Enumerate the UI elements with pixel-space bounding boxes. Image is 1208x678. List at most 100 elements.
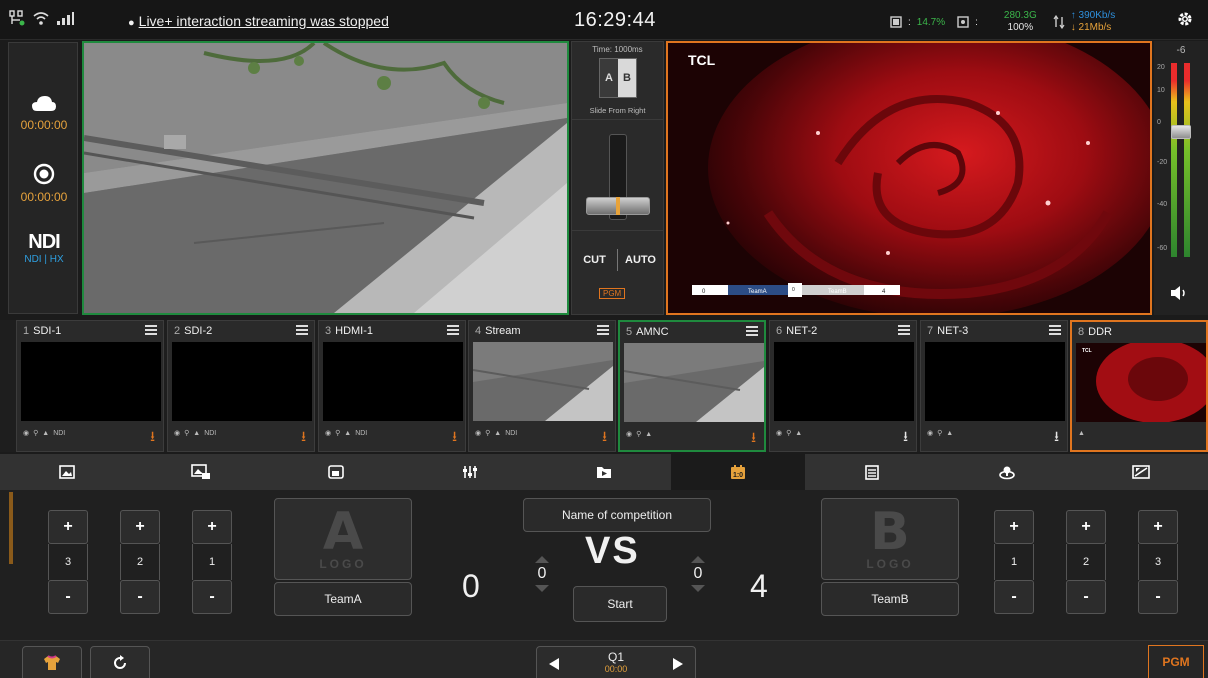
streaming-notice-text: Live+ interaction streaming was stopped — [138, 13, 389, 29]
menu-icon[interactable] — [145, 325, 157, 335]
top-bar: ● Live+ interaction streaming was stopped… — [0, 0, 1208, 40]
jersey-button[interactable] — [22, 646, 82, 678]
auto-button[interactable]: AUTO — [618, 254, 663, 266]
stream-icon: ⚲ — [636, 431, 642, 438]
tab-notes[interactable] — [805, 454, 939, 490]
stream-icon: ⚲ — [485, 430, 491, 437]
sub-score-down-arrow[interactable] — [535, 585, 549, 592]
network-rates: ↑ 390Kb/s ↓ 21Mb/s — [1071, 10, 1115, 34]
decrement-button[interactable]: - — [1138, 580, 1178, 614]
tab-overlay[interactable] — [134, 454, 268, 490]
decrement-button[interactable]: - — [192, 580, 232, 614]
record-dot-icon: ◉ — [23, 430, 30, 437]
program-monitor[interactable]: TCL 0 TeamA 0 TeamB 4 — [666, 41, 1152, 315]
preview-monitor[interactable] — [82, 41, 569, 315]
cast-icon[interactable]: ⭳ — [903, 426, 908, 450]
transition-effect-button[interactable]: A B — [599, 58, 637, 98]
reset-button[interactable] — [90, 646, 150, 678]
next-quarter-button[interactable] — [673, 658, 683, 670]
competition-name-field[interactable]: Name of competition — [523, 498, 711, 532]
decrement-button[interactable]: - — [1066, 580, 1106, 614]
increment-button[interactable]: + — [120, 510, 160, 544]
menu-icon[interactable] — [746, 326, 758, 336]
stepper-value: 1 — [994, 544, 1034, 580]
menu-icon[interactable] — [1049, 325, 1061, 335]
sub-score-up-arrow[interactable] — [535, 556, 549, 563]
menu-icon[interactable] — [898, 325, 910, 335]
cast-icon[interactable]: ⭳ — [150, 426, 155, 450]
decrement-button[interactable]: - — [994, 580, 1034, 614]
tab-color-key[interactable] — [1074, 454, 1208, 490]
person-icon: ▲ — [645, 430, 653, 438]
menu-icon[interactable] — [597, 325, 609, 335]
cut-auto-controls: CUT AUTO — [572, 240, 663, 280]
transition-time[interactable]: Time: 1000ms — [572, 45, 663, 54]
stream-icon: ⚲ — [33, 430, 39, 437]
source-4[interactable]: 4 Stream ◉ ⚲ ▲ NDI ⭳ — [468, 320, 616, 452]
source-number: 1 — [23, 325, 30, 337]
team-a-stepper-1: + 1 - — [192, 510, 232, 618]
source-name: SDI-2 — [184, 325, 213, 337]
menu-icon[interactable] — [447, 325, 459, 335]
transition-name: Slide From Right — [589, 106, 646, 115]
storage-size: 280.3G — [1003, 10, 1037, 21]
cast-icon[interactable]: ⭳ — [1054, 426, 1059, 450]
image-icon — [59, 465, 75, 479]
person-icon: ▲ — [42, 429, 50, 437]
source-2[interactable]: 2 SDI-2 ◉ ⚲ ▲ NDI ⭳ — [167, 320, 315, 452]
menu-icon[interactable] — [296, 325, 308, 335]
team-a-logo[interactable]: A LOGO — [274, 498, 412, 580]
storage-info: 280.3G 100% — [1004, 10, 1037, 34]
cast-icon[interactable]: ⭳ — [602, 426, 607, 450]
team-a-name-field[interactable]: TeamA — [274, 582, 412, 616]
settings-button[interactable] — [1176, 10, 1194, 33]
cpu-value: 14.7% — [916, 16, 946, 28]
person-icon: ▲ — [1078, 430, 1085, 437]
tab-audio[interactable] — [403, 454, 537, 490]
source-3[interactable]: 3 HDMI-1 ◉ ⚲ ▲ NDI ⭳ — [318, 320, 466, 452]
source-5[interactable]: 5 AMNC ◉ ⚲ ▲ ⭳ — [618, 320, 766, 452]
cpu-icon — [890, 16, 902, 28]
cut-button[interactable]: CUT — [572, 254, 617, 266]
speaker-button[interactable] — [1170, 285, 1190, 306]
start-button[interactable]: Start — [573, 586, 667, 622]
tab-pip[interactable] — [268, 454, 402, 490]
ndi-status[interactable]: NDI NDI | HX — [9, 231, 79, 265]
streaming-notice[interactable]: ● Live+ interaction streaming was stopped — [128, 13, 389, 29]
decrement-button[interactable]: - — [48, 580, 88, 614]
preview-video-frame — [84, 43, 567, 313]
t-bar-handle[interactable] — [586, 197, 650, 215]
team-b-logo[interactable]: B LOGO — [821, 498, 959, 580]
team-a-logo-letter: A — [322, 502, 364, 562]
sub-score-down-arrow[interactable] — [691, 585, 705, 592]
cast-icon[interactable]: ⭳ — [301, 426, 306, 450]
tab-scoreboard[interactable]: 1:0 — [671, 454, 806, 490]
increment-button[interactable]: + — [192, 510, 232, 544]
source-6[interactable]: 6 NET-2 ◉ ⚲ ▲ ⭳ — [769, 320, 917, 452]
volume-fader[interactable] — [1171, 125, 1191, 139]
source-1[interactable]: 1 SDI-1 ◉ ⚲ ▲ NDI ⭳ — [16, 320, 164, 452]
source-8[interactable]: 8 DDR TCL ▲ — [1070, 320, 1208, 452]
increment-button[interactable]: + — [1138, 510, 1178, 544]
tab-stream[interactable] — [940, 454, 1074, 490]
pgm-button[interactable]: PGM — [1148, 645, 1204, 678]
cloud-stream-status[interactable]: 00:00:00 — [9, 95, 79, 132]
increment-button[interactable]: + — [48, 510, 88, 544]
team-b-name-field[interactable]: TeamB — [821, 582, 959, 616]
increment-button[interactable]: + — [1066, 510, 1106, 544]
t-bar[interactable] — [572, 119, 663, 231]
cast-icon[interactable]: ⭳ — [452, 426, 457, 450]
source-7[interactable]: 7 NET-3 ◉ ⚲ ▲ ⭳ — [920, 320, 1068, 452]
sub-score-value: 0 — [537, 565, 547, 582]
tab-image[interactable] — [0, 454, 134, 490]
cast-icon[interactable]: ⭳ — [751, 427, 756, 450]
tab-media[interactable] — [537, 454, 671, 490]
system-stats: : 14.7% : 280.3G 100% ↑ 390Kb/s ↓ 21Mb/s — [890, 8, 1115, 36]
decrement-button[interactable]: - — [120, 580, 160, 614]
record-status[interactable]: 00:00:00 — [9, 163, 79, 204]
sub-score-up-arrow[interactable] — [691, 556, 705, 563]
pgm-output-icon[interactable]: PGM — [599, 288, 626, 299]
increment-button[interactable]: + — [994, 510, 1034, 544]
wifi-icon — [33, 12, 49, 25]
color-key-icon — [1132, 465, 1150, 479]
